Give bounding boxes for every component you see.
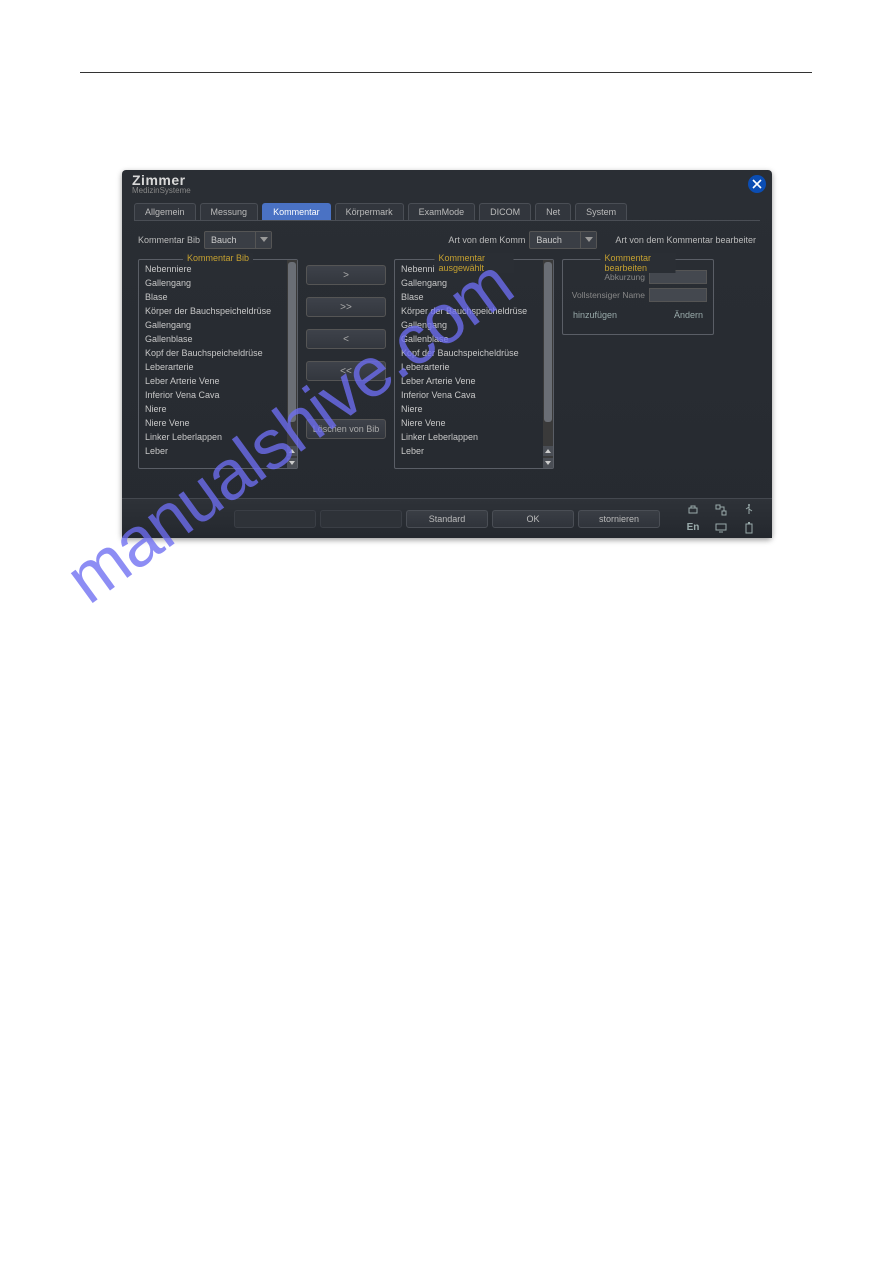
delete-from-bib-button[interactable]: Löschen von Bib — [306, 419, 386, 439]
art-komm-select[interactable]: Bauch — [529, 231, 597, 249]
mover-buttons: > >> < << Löschen von Bib — [306, 259, 386, 469]
art-komm-label: Art von dem Komm — [448, 235, 525, 245]
list-item[interactable]: Leber — [143, 444, 283, 458]
bib-list-fieldset: Kommentar Bib NebenniereGallengangBlaseK… — [138, 259, 298, 469]
ok-button[interactable]: OK — [492, 510, 574, 528]
tab-dicom[interactable]: DICOM — [479, 203, 531, 220]
art-komm-value: Bauch — [530, 235, 580, 245]
list-item[interactable]: Blase — [399, 290, 539, 304]
move-all-left-button[interactable]: << — [306, 361, 386, 381]
battery-icon — [738, 520, 760, 536]
standard-button[interactable]: Standard — [406, 510, 488, 528]
list-item[interactable]: Gallengang — [399, 318, 539, 332]
list-item[interactable]: Körper der Bauchspeicheldrüse — [399, 304, 539, 318]
kommentar-bib-label: Kommentar Bib — [138, 235, 200, 245]
tab-kommentar[interactable]: Kommentar — [262, 203, 331, 220]
abbrev-label: Abkurzung — [569, 272, 645, 282]
close-button[interactable] — [748, 175, 766, 193]
list-item[interactable]: Gallenblase — [143, 332, 283, 346]
selected-listbox[interactable]: NebenniereGallengangBlaseKörper der Bauc… — [395, 260, 553, 468]
ghost-button-1[interactable] — [234, 510, 316, 528]
language-indicator[interactable]: En — [682, 520, 704, 536]
edit-kind-label: Art von dem Kommentar bearbeiter — [615, 235, 756, 245]
list-item[interactable]: Leber — [399, 444, 539, 458]
scroll-thumb[interactable] — [544, 262, 552, 422]
tab-allgemein[interactable]: Allgemein — [134, 203, 196, 220]
page-divider — [80, 72, 812, 75]
list-item[interactable]: Linker Leberlappen — [143, 430, 283, 444]
kommentar-bib-value: Bauch — [205, 235, 255, 245]
bottom-bar: Standard OK stornieren En — [122, 498, 772, 538]
usb-icon — [738, 502, 760, 518]
list-item[interactable]: Gallengang — [399, 276, 539, 290]
monitor-icon — [710, 520, 732, 536]
list-item[interactable]: Niere Vene — [143, 416, 283, 430]
scroll-thumb[interactable] — [288, 262, 296, 422]
bib-scrollbar[interactable] — [287, 260, 297, 468]
tab-net[interactable]: Net — [535, 203, 571, 220]
list-item[interactable]: Niere — [143, 402, 283, 416]
edit-legend: Kommentar bearbeiten — [601, 253, 676, 273]
tab-messung[interactable]: Messung — [200, 203, 259, 220]
brand: Zimmer MedizinSysteme — [132, 172, 191, 195]
scroll-down-icon[interactable] — [543, 458, 553, 468]
bib-listbox[interactable]: NebenniereGallengangBlaseKörper der Bauc… — [139, 260, 297, 468]
scroll-up-icon[interactable] — [543, 446, 553, 456]
fullname-label: Vollstensiger Name — [569, 290, 645, 300]
tab-koerpermark[interactable]: Körpermark — [335, 203, 404, 220]
brand-sub: MedizinSysteme — [132, 186, 191, 195]
main-columns: Kommentar Bib NebenniereGallengangBlaseK… — [138, 259, 756, 469]
selector-row: Kommentar Bib Bauch Art von dem Komm Bau… — [138, 231, 756, 249]
list-item[interactable]: Leberarterie — [399, 360, 539, 374]
chevron-down-icon — [580, 232, 596, 248]
list-item[interactable]: Blase — [143, 290, 283, 304]
list-item[interactable]: Leber Arterie Vene — [399, 374, 539, 388]
tab-system[interactable]: System — [575, 203, 627, 220]
selected-legend: Kommentar ausgewählt — [435, 253, 514, 273]
printer-icon — [682, 502, 704, 518]
ghost-button-2[interactable] — [320, 510, 402, 528]
move-all-right-button[interactable]: >> — [306, 297, 386, 317]
scroll-down-icon[interactable] — [287, 458, 297, 468]
edit-fieldset: Kommentar bearbeiten Abkurzung Vollstens… — [562, 259, 714, 335]
list-item[interactable]: Körper der Bauchspeicheldrüse — [143, 304, 283, 318]
close-icon — [752, 179, 762, 189]
scroll-up-icon[interactable] — [287, 446, 297, 456]
modify-button[interactable]: Ändern — [670, 308, 707, 322]
add-button[interactable]: hinzufügen — [569, 308, 621, 322]
list-item[interactable]: Kopf der Bauchspeicheldrüse — [143, 346, 283, 360]
list-item[interactable]: Leberarterie — [143, 360, 283, 374]
fullname-input[interactable] — [649, 288, 707, 302]
status-icons: En — [682, 502, 760, 536]
list-item[interactable]: Kopf der Bauchspeicheldrüse — [399, 346, 539, 360]
kommentar-bib-select[interactable]: Bauch — [204, 231, 272, 249]
tab-content: Kommentar Bib Bauch Art von dem Komm Bau… — [134, 220, 760, 475]
list-item[interactable]: Leber Arterie Vene — [143, 374, 283, 388]
app-window: Zimmer MedizinSysteme Allgemein Messung … — [122, 170, 772, 538]
list-item[interactable]: Nebenniere — [143, 262, 283, 276]
list-item[interactable]: Niere Vene — [399, 416, 539, 430]
list-item[interactable]: Gallengang — [143, 276, 283, 290]
bib-legend: Kommentar Bib — [183, 253, 253, 263]
list-item[interactable]: Inferior Vena Cava — [399, 388, 539, 402]
titlebar: Zimmer MedizinSysteme — [122, 170, 772, 195]
chevron-down-icon — [255, 232, 271, 248]
list-item[interactable]: Linker Leberlappen — [399, 430, 539, 444]
network-icon — [710, 502, 732, 518]
list-item[interactable]: Inferior Vena Cava — [143, 388, 283, 402]
list-item[interactable]: Gallengang — [143, 318, 283, 332]
list-item[interactable]: Gallenblase — [399, 332, 539, 346]
selected-scrollbar[interactable] — [543, 260, 553, 468]
cancel-button[interactable]: stornieren — [578, 510, 660, 528]
selected-list-fieldset: Kommentar ausgewählt NebenniereGallengan… — [394, 259, 554, 469]
tab-exammode[interactable]: ExamMode — [408, 203, 476, 220]
list-item[interactable]: Niere — [399, 402, 539, 416]
tabbar: Allgemein Messung Kommentar Körpermark E… — [122, 195, 772, 220]
move-right-button[interactable]: > — [306, 265, 386, 285]
move-left-button[interactable]: < — [306, 329, 386, 349]
